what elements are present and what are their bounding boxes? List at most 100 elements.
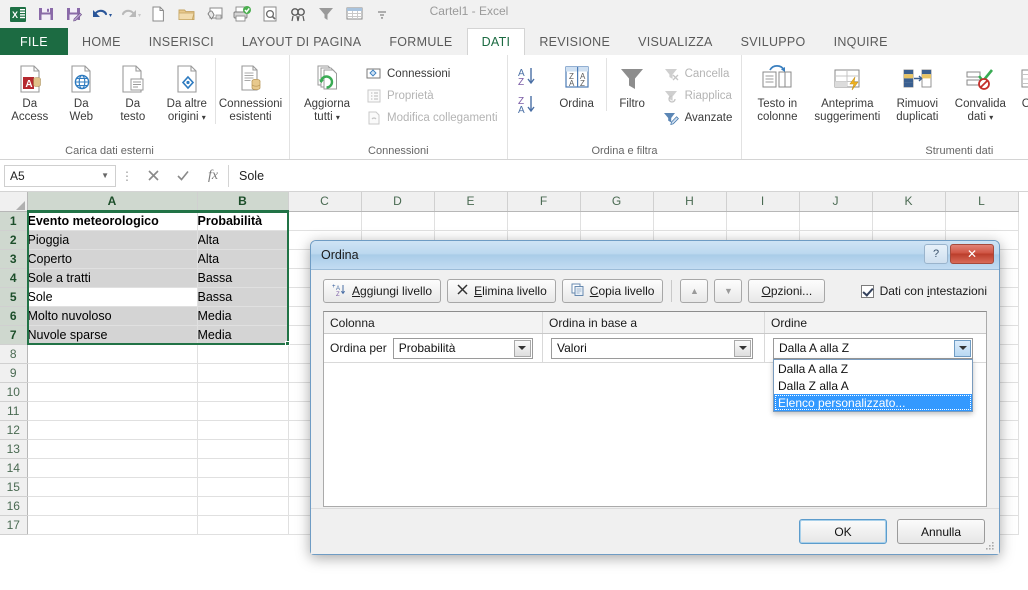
cell-a12[interactable] (27, 420, 198, 440)
cell-b3[interactable]: Alta (197, 249, 289, 269)
column-header-g[interactable]: G (580, 192, 654, 212)
cell-a4[interactable]: Sole a tratti (27, 268, 198, 288)
cell-a16[interactable] (27, 496, 198, 516)
button-ordina-crescente[interactable]: AZ (512, 62, 548, 90)
tab-inserisci[interactable]: INSERISCI (135, 28, 228, 55)
cell-a14[interactable] (27, 458, 198, 478)
cell-a6[interactable]: Molto nuvoloso (27, 306, 198, 326)
row-header-5[interactable]: 5 (0, 287, 28, 307)
name-box[interactable]: A5 ▼ (4, 164, 116, 187)
cell-i1[interactable] (726, 211, 800, 231)
cell-j1[interactable] (799, 211, 873, 231)
cell-b1[interactable]: Probabilità (197, 211, 289, 231)
cancel-button[interactable]: Annulla (897, 519, 985, 544)
row-header-15[interactable]: 15 (0, 477, 28, 497)
row-header-11[interactable]: 11 (0, 401, 28, 421)
insert-function-icon[interactable]: fx (198, 165, 228, 187)
formula-input[interactable]: Sole (228, 164, 1024, 187)
row-header-13[interactable]: 13 (0, 439, 28, 459)
cell-b12[interactable] (197, 420, 289, 440)
cell-l1[interactable] (945, 211, 1019, 231)
tab-dati[interactable]: DATI (466, 28, 526, 55)
button-da-access[interactable]: A Da Access (4, 58, 56, 124)
cell-a5[interactable]: Sole (27, 287, 198, 307)
column-header-e[interactable]: E (434, 192, 508, 212)
cell-b2[interactable]: Alta (197, 230, 289, 250)
row-header-7[interactable]: 7 (0, 325, 28, 345)
cell-a13[interactable] (27, 439, 198, 459)
cell-b6[interactable]: Media (197, 306, 289, 326)
cell-b14[interactable] (197, 458, 289, 478)
sort-column-combo[interactable]: Probabilità (392, 337, 533, 359)
select-all-corner[interactable] (0, 192, 28, 212)
button-testo-in-colonne[interactable]: Testo in colonne (746, 58, 808, 124)
tab-inquire[interactable]: INQUIRE (820, 28, 902, 55)
tab-formule[interactable]: FORMULE (375, 28, 466, 55)
row-header-1[interactable]: 1 (0, 211, 28, 231)
cell-c1[interactable] (288, 211, 362, 231)
cell-b9[interactable] (197, 363, 289, 383)
column-header-a[interactable]: A (27, 192, 198, 212)
row-header-16[interactable]: 16 (0, 496, 28, 516)
cell-b15[interactable] (197, 477, 289, 497)
cell-b5[interactable]: Bassa (197, 287, 289, 307)
column-header-k[interactable]: K (872, 192, 946, 212)
headers-checkbox[interactable] (860, 284, 874, 298)
button-avanzate[interactable]: Avanzate (658, 107, 738, 129)
button-aggiorna-tutti[interactable]: Aggiorna tutti ▾ (294, 58, 360, 124)
options-button[interactable]: Opzioni... (748, 279, 826, 303)
tab-sviluppo[interactable]: SVILUPPO (727, 28, 820, 55)
cell-b4[interactable]: Bassa (197, 268, 289, 288)
tab-layout-di-pagina[interactable]: LAYOUT DI PAGINA (228, 28, 375, 55)
sort-order-combo[interactable]: Dalla A alla Z (773, 337, 973, 359)
formula-bar-expand-handle[interactable]: ⋮ (116, 169, 138, 183)
cell-a17[interactable] (27, 515, 198, 535)
column-header-c[interactable]: C (288, 192, 362, 212)
cell-a9[interactable] (27, 363, 198, 383)
cell-a2[interactable]: Pioggia (27, 230, 198, 250)
headers-checkbox-wrapper[interactable]: Dati con intestazioni (860, 284, 987, 298)
cell-d1[interactable] (361, 211, 435, 231)
dropdown-option-a-z[interactable]: Dalla A alla Z (774, 360, 972, 377)
row-header-3[interactable]: 3 (0, 249, 28, 269)
cell-k1[interactable] (872, 211, 946, 231)
row-header-8[interactable]: 8 (0, 344, 28, 364)
button-connessioni[interactable]: Connessioni (360, 63, 503, 85)
move-down-button[interactable]: ▼ (714, 279, 743, 303)
column-header-d[interactable]: D (361, 192, 435, 212)
button-filtro[interactable]: Filtro (605, 58, 658, 111)
dropdown-option-z-a[interactable]: Dalla Z alla A (774, 377, 972, 394)
ok-button[interactable]: OK (799, 519, 887, 544)
tab-revisione[interactable]: REVISIONE (525, 28, 624, 55)
button-da-web[interactable]: Da Web (56, 58, 108, 124)
cell-b7[interactable]: Media (197, 325, 289, 345)
column-header-f[interactable]: F (507, 192, 581, 212)
close-icon[interactable]: ✕ (950, 244, 994, 264)
row-header-4[interactable]: 4 (0, 268, 28, 288)
copy-level-button[interactable]: Copia livello (561, 279, 664, 303)
cell-e1[interactable] (434, 211, 508, 231)
cell-a11[interactable] (27, 401, 198, 421)
cell-h1[interactable] (653, 211, 727, 231)
confirm-icon[interactable] (168, 165, 198, 187)
row-header-6[interactable]: 6 (0, 306, 28, 326)
button-rimuovi-duplicati[interactable]: Rimuovi duplicati (886, 58, 948, 124)
tab-home[interactable]: HOME (68, 28, 135, 55)
row-header-9[interactable]: 9 (0, 363, 28, 383)
help-icon[interactable]: ? (924, 244, 948, 264)
cell-a3[interactable]: Coperto (27, 249, 198, 269)
cell-b11[interactable] (197, 401, 289, 421)
dropdown-option-elenco-personalizzato[interactable]: Elenco personalizzato... (774, 394, 972, 411)
row-header-14[interactable]: 14 (0, 458, 28, 478)
cell-a8[interactable] (27, 344, 198, 364)
button-ordina-decrescente[interactable]: ZA (512, 90, 548, 118)
button-anteprima-suggerimenti[interactable]: Anteprima suggerimenti (808, 58, 886, 124)
cell-a10[interactable] (27, 382, 198, 402)
resize-grip-icon[interactable] (983, 538, 995, 550)
cell-g1[interactable] (580, 211, 654, 231)
chevron-down-icon[interactable] (513, 339, 531, 357)
column-header-i[interactable]: I (726, 192, 800, 212)
tab-file[interactable]: FILE (0, 28, 68, 55)
delete-level-button[interactable]: Elimina livello (447, 279, 556, 303)
button-connessioni-esistenti[interactable]: Connessioni esistenti (215, 58, 285, 124)
